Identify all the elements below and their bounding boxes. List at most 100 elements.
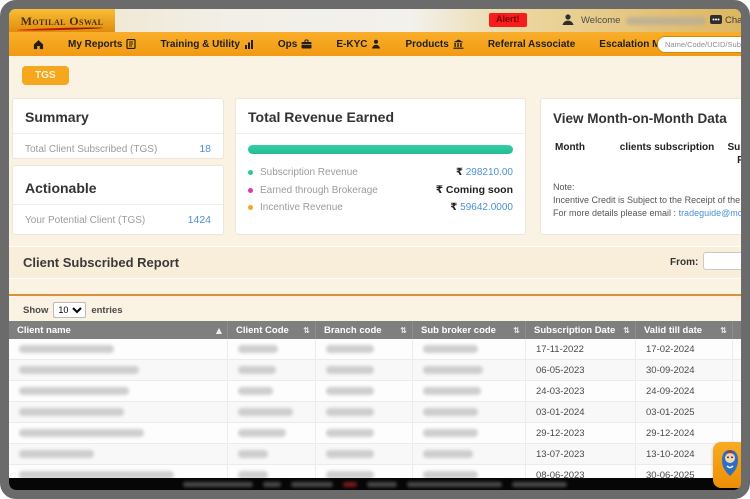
- valid-till-date-cell: 17-02-2024: [635, 339, 732, 359]
- table-cell: [315, 423, 412, 443]
- nav-item-referral-associate[interactable]: Referral Associate: [476, 32, 587, 56]
- column-label: P: [741, 325, 747, 336]
- nav-label: Referral Associate: [488, 39, 575, 50]
- table-cell: [227, 360, 315, 380]
- table-cell: [315, 444, 412, 464]
- column-label: Subscription Date: [534, 325, 615, 336]
- bank-icon: [453, 39, 464, 49]
- chatbot-button[interactable]: [713, 442, 747, 488]
- sort-both-icon[interactable]: ⇅: [400, 326, 407, 335]
- month-on-month-card: View Month-on-Month Data Month clients s…: [540, 98, 750, 235]
- table-cell: [9, 402, 227, 422]
- sort-both-icon[interactable]: ⇅: [303, 326, 310, 335]
- welcome-label: Welcome: [581, 15, 620, 26]
- revenue-row-incentive: Incentive Revenue ₹ 59642.0000: [236, 199, 525, 216]
- page-size-select[interactable]: 10: [53, 302, 86, 318]
- support-email-link[interactable]: tradeguide@motila: [679, 208, 750, 218]
- table-cell: [227, 381, 315, 401]
- sort-both-icon[interactable]: ⇅: [623, 326, 630, 335]
- redacted-sub-broker-code: [423, 408, 478, 416]
- footer-blurred-text: [407, 482, 502, 487]
- incentive-revenue-value[interactable]: 59642.0000: [460, 202, 513, 213]
- sort-both-icon[interactable]: ⇅: [720, 326, 727, 335]
- redacted-client-name: [19, 429, 144, 437]
- nav-item-training-utility[interactable]: Training & Utility: [148, 32, 265, 56]
- table-cell: [412, 360, 525, 380]
- from-label: From:: [670, 257, 698, 268]
- nav-item-home[interactable]: [21, 32, 56, 56]
- table-cell: [9, 423, 227, 443]
- footer-blurred-text: [512, 482, 567, 487]
- table-cell: [227, 444, 315, 464]
- redacted-branch-code: [326, 408, 374, 416]
- subscription-date-cell: 06-05-2023: [525, 360, 635, 380]
- redacted-client-name: [19, 450, 94, 458]
- sort-both-icon[interactable]: ⇅: [513, 326, 520, 335]
- orange-divider-rule: [9, 294, 741, 296]
- briefcase-icon: [301, 39, 312, 49]
- brand-logo[interactable]: Motilal Oswal: [9, 9, 115, 32]
- table-header-row: Client name▲ Client Code⇅ Branch code ⇅ S…: [9, 321, 750, 339]
- column-header-branch-code[interactable]: Branch code ⇅: [315, 321, 412, 339]
- bar-chart-icon: [244, 39, 254, 49]
- redacted-branch-code: [326, 450, 374, 458]
- person-icon: [371, 39, 381, 49]
- valid-till-date-cell: 03-01-2025: [635, 402, 732, 422]
- mom-col-month: Month: [555, 142, 619, 167]
- nav-item-products[interactable]: Products: [393, 32, 475, 56]
- report-icon: [126, 39, 136, 49]
- redacted-client-code: [238, 429, 286, 437]
- nav-label: Ops: [278, 39, 297, 50]
- chat-label[interactable]: Chat: [725, 15, 745, 26]
- from-date-input[interactable]: [703, 252, 750, 270]
- revenue-row-subscription: Subscription Revenue ₹ 298210.00: [236, 164, 525, 181]
- nav-item-my-reports[interactable]: My Reports: [56, 32, 148, 56]
- nav-item-ops[interactable]: Ops: [266, 32, 324, 56]
- report-section-bar: Client Subscribed Report From:: [9, 246, 741, 279]
- redacted-branch-code: [326, 387, 374, 395]
- revenue-row-label: Earned through Brokerage: [260, 185, 378, 196]
- subscription-revenue-value[interactable]: 298210.00: [466, 167, 513, 178]
- brand-logo-text: Motilal Oswal: [21, 15, 104, 27]
- column-header-client-name[interactable]: Client name▲: [9, 321, 227, 339]
- potential-client-value[interactable]: 1424: [188, 214, 211, 226]
- global-search-input[interactable]: [657, 36, 750, 53]
- footer-blurred-text: [291, 482, 333, 487]
- column-header-sub-broker-code[interactable]: Sub broker code⇅: [412, 321, 525, 339]
- tab-tgs[interactable]: TGS: [22, 66, 69, 85]
- revenue-row-label: Subscription Revenue: [260, 167, 358, 178]
- rupee-icon: ₹: [450, 202, 457, 213]
- nav-item-e-kyc[interactable]: E-KYC: [324, 32, 393, 56]
- table-row: 17-11-202217-02-2024: [9, 339, 750, 360]
- column-label: Valid till date: [644, 325, 702, 336]
- chatbot-mascot-icon: [718, 446, 742, 485]
- note-line-2-prefix: For more details please email :: [553, 208, 679, 218]
- column-header-valid-till-date[interactable]: Valid till date ⇅: [635, 321, 732, 339]
- table-cell: [412, 402, 525, 422]
- column-header-client-code[interactable]: Client Code⇅: [227, 321, 315, 339]
- subscription-date-cell: 03-01-2024: [525, 402, 635, 422]
- chat-icon[interactable]: [709, 13, 723, 32]
- divider: [236, 133, 525, 134]
- footer-blurred-text: [343, 482, 357, 487]
- column-label: Branch code: [324, 325, 382, 336]
- redacted-sub-broker-code: [423, 429, 478, 437]
- show-label: Show: [23, 305, 48, 316]
- redacted-client-name: [19, 366, 139, 374]
- teal-bullet-icon: [248, 170, 253, 175]
- column-header-clipped[interactable]: P: [732, 321, 750, 339]
- footer-blurred-text: [183, 482, 253, 487]
- redacted-client-code: [238, 450, 268, 458]
- total-client-subscribed-value[interactable]: 18: [199, 143, 211, 155]
- column-header-subscription-date[interactable]: Subscription Date ⇅: [525, 321, 635, 339]
- sort-asc-icon[interactable]: ▲: [216, 326, 222, 335]
- actionable-row-label: Your Potential Client (TGS): [25, 215, 145, 226]
- note-line-2: For more details please email : tradegui…: [553, 207, 750, 220]
- clipped-cell: [732, 360, 750, 380]
- actionable-card-title: Actionable: [13, 166, 223, 204]
- redacted-username: [626, 17, 706, 25]
- table-row: 29-12-202329-12-2024: [9, 423, 750, 444]
- table-cell: [412, 381, 525, 401]
- footer-bar: [9, 478, 741, 490]
- alert-badge[interactable]: Alert!: [489, 13, 527, 27]
